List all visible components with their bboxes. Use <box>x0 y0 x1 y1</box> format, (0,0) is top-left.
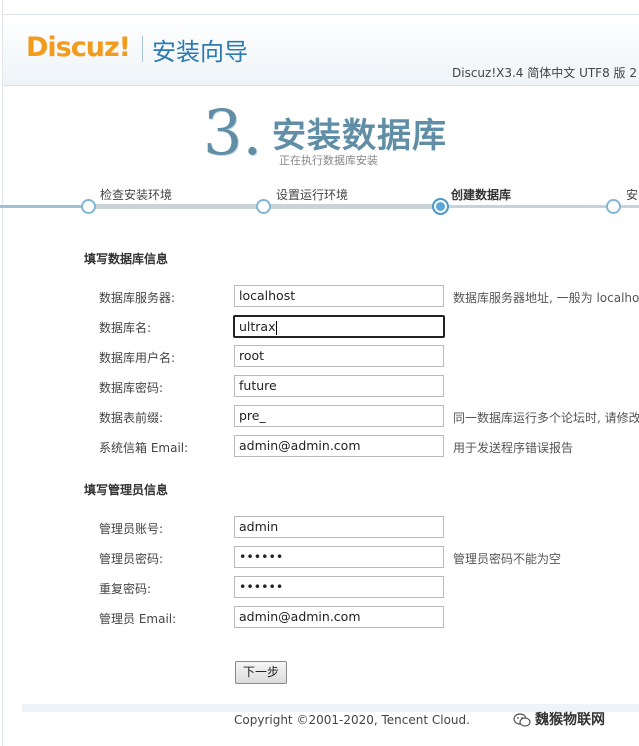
table-prefix-input[interactable]: pre_ <box>234 405 444 427</box>
db-host-hint: 数据库服务器地址, 一般为 localhost <box>453 291 639 305</box>
wizard-title: 安装向导 <box>152 38 248 66</box>
text-caret <box>275 320 277 335</box>
db-host-input[interactable]: localhost <box>234 285 444 307</box>
admin-account-label: 管理员账号: <box>99 522 164 536</box>
step-label-set-env: 设置运行环境 <box>276 188 349 202</box>
header-divider <box>142 36 143 62</box>
admin-email-input[interactable]: admin@admin.com <box>234 606 444 628</box>
admin-password-label: 管理员密码: <box>99 552 164 566</box>
copyright-text: Copyright ©2001-2020, Tencent Cloud. <box>234 713 470 727</box>
step-dot-install <box>606 199 621 214</box>
db-user-input[interactable]: root <box>234 345 444 367</box>
db-password-input[interactable]: future <box>234 375 444 397</box>
db-name-input[interactable]: ultrax <box>233 315 445 338</box>
progress-track-start <box>0 205 86 208</box>
admin-password-input[interactable]: •••••• <box>234 546 444 568</box>
db-user-label: 数据库用户名: <box>99 351 176 365</box>
table-prefix-hint: 同一数据库运行多个论坛时, 请修改 <box>453 411 639 425</box>
step-label-create-db: 创建数据库 <box>451 188 512 202</box>
admin-email-label: 管理员 Email: <box>99 612 177 626</box>
admin-account-input[interactable]: admin <box>234 516 444 538</box>
system-email-input[interactable]: admin@admin.com <box>234 435 444 457</box>
db-password-label: 数据库密码: <box>99 381 164 395</box>
step-dot-create-db <box>432 198 449 215</box>
repeat-password-label: 重复密码: <box>99 582 152 596</box>
wechat-icon <box>513 713 531 727</box>
watermark-text: 魏猴物联网 <box>535 712 605 728</box>
version-info: Discuz!X3.4 简体中文 UTF8 版 2 <box>452 66 637 80</box>
db-name-label: 数据库名: <box>99 321 152 335</box>
step-title: 安装数据库 <box>272 116 447 156</box>
discuz-logo: Discuz! <box>26 32 131 63</box>
system-email-hint: 用于发送程序错误报告 <box>453 441 574 455</box>
db-host-label: 数据库服务器: <box>99 291 176 305</box>
step-label-install: 安 <box>626 188 639 202</box>
step-dot-check-env <box>81 199 96 214</box>
watermark: 魏猴物联网 <box>513 709 605 729</box>
db-name-value: ultrax <box>239 319 276 334</box>
system-email-label: 系统信箱 Email: <box>99 441 189 455</box>
admin-password-hint: 管理员密码不能为空 <box>453 552 562 566</box>
db-section-title: 填写数据库信息 <box>84 252 169 266</box>
step-subtitle: 正在执行数据库安装 <box>279 154 378 167</box>
step-label-check-env: 检查安装环境 <box>100 188 173 202</box>
logo-text: Discuz! <box>26 32 131 63</box>
step-dot-set-env <box>256 199 271 214</box>
next-step-button[interactable]: 下一步 <box>235 661 287 684</box>
repeat-password-input[interactable]: •••••• <box>234 576 444 598</box>
table-prefix-label: 数据表前缀: <box>99 411 164 425</box>
admin-section-title: 填写管理员信息 <box>84 483 169 497</box>
step-number: 3. <box>203 96 263 169</box>
